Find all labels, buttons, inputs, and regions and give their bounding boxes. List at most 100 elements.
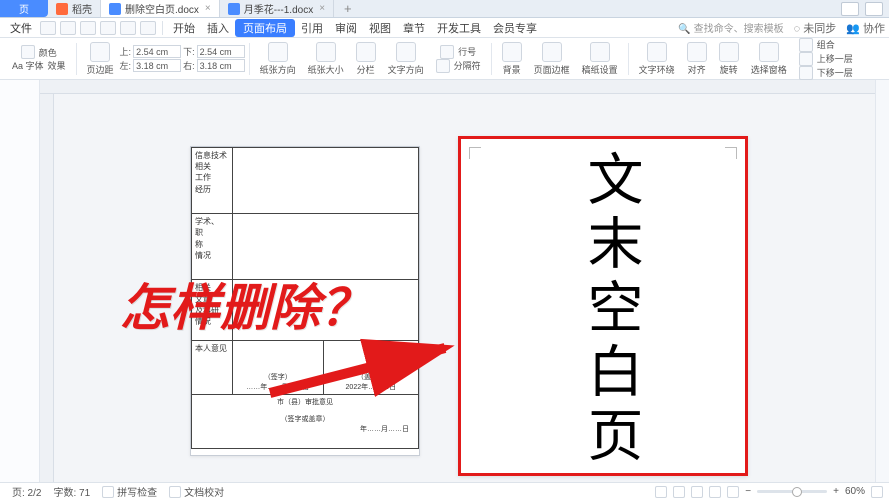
left-sidebar: [0, 80, 40, 482]
align-icon: [687, 42, 707, 62]
view-mode-4-icon[interactable]: [709, 486, 721, 498]
paper-size-label: 纸张大小: [308, 63, 344, 76]
tab-other-doc[interactable]: 月季花---1.docx ×: [220, 0, 334, 17]
paper-size-button[interactable]: 纸张大小: [302, 38, 350, 79]
horizontal-ruler[interactable]: [40, 80, 875, 94]
doc-icon: [109, 3, 121, 15]
manuscript-label: 稿纸设置: [582, 63, 618, 76]
search-placeholder: 查找命令、搜索模板: [694, 24, 784, 35]
select-pane-button[interactable]: 选择窗格: [745, 38, 793, 79]
menu-review[interactable]: 审阅: [329, 20, 363, 36]
page-border-button[interactable]: 页面边框: [528, 38, 576, 79]
zoom-slider[interactable]: [757, 490, 827, 493]
status-words[interactable]: 字数: 71: [47, 484, 96, 499]
theme-color-label: 颜色: [39, 46, 57, 59]
theme-font-label[interactable]: Aa 字体: [12, 59, 44, 72]
sync-status[interactable]: ◌ 未同步: [794, 20, 837, 36]
menu-view[interactable]: 视图: [363, 20, 397, 36]
app-corner: 页: [0, 0, 48, 17]
text-wrap-button[interactable]: 文字环绕: [633, 38, 681, 79]
zoom-value[interactable]: 60%: [845, 486, 865, 497]
margin-left-label: 左:: [120, 59, 132, 72]
page-1[interactable]: 信息技术相关工作经历 学术、职称情况 相关文章及科研情况 本人意见 （签字） ……: [190, 146, 420, 456]
cell-info-tech: 信息技术相关工作经历: [192, 148, 233, 214]
close-icon[interactable]: ×: [319, 3, 325, 14]
file-menu[interactable]: 文件: [4, 20, 38, 36]
line-number-button[interactable]: 行号 分隔符: [430, 38, 487, 79]
tab-daoke[interactable]: 稻壳: [48, 0, 101, 17]
view-mode-5-icon[interactable]: [727, 486, 739, 498]
combine-icon[interactable]: [799, 38, 813, 52]
combine-label: 组合: [817, 38, 835, 51]
orientation-label: 纸张方向: [260, 63, 296, 76]
menu-member[interactable]: 会员专享: [487, 20, 543, 36]
page-2-empty[interactable]: [458, 136, 748, 476]
preview-icon[interactable]: [100, 21, 116, 35]
tab-current-doc[interactable]: 删除空白页.docx ×: [101, 0, 220, 17]
date2-label: 2022年…月…日: [346, 384, 397, 391]
seal-label: （盖章）: [357, 374, 385, 381]
document-workspace[interactable]: 信息技术相关工作经历 学术、职称情况 相关文章及科研情况 本人意见 （签字） ……: [0, 80, 889, 482]
margin-top-input[interactable]: 2.54 cm: [133, 45, 181, 58]
tab-label: 稻壳: [72, 1, 92, 16]
close-icon[interactable]: ×: [205, 3, 211, 14]
background-button[interactable]: 背景: [496, 38, 528, 79]
theme-color-icon[interactable]: [21, 45, 35, 59]
menu-page-layout[interactable]: 页面布局: [235, 19, 295, 37]
status-spell[interactable]: 拼写检查: [96, 484, 163, 499]
bring-forward-icon[interactable]: [799, 52, 813, 66]
new-tab-button[interactable]: +: [334, 1, 362, 16]
sign-label: （签字）: [264, 374, 292, 381]
margin-button[interactable]: 页边距: [81, 38, 120, 79]
text-direction-label: 文字方向: [388, 63, 424, 76]
fullscreen-icon[interactable]: [871, 486, 883, 498]
window-min-button[interactable]: [841, 2, 859, 16]
send-backward-label: 下移一层: [817, 66, 853, 79]
cell-self-opinion: 本人意见: [192, 340, 233, 394]
form-table: 信息技术相关工作经历 学术、职称情况 相关文章及科研情况 本人意见 （签字） ……: [191, 147, 419, 449]
menu-dev[interactable]: 开发工具: [431, 20, 487, 36]
menu-references[interactable]: 引用: [295, 20, 329, 36]
text-direction-button[interactable]: 文字方向: [382, 38, 430, 79]
columns-button[interactable]: 分栏: [350, 38, 382, 79]
vertical-ruler[interactable]: [40, 94, 54, 482]
manuscript-button[interactable]: 稿纸设置: [576, 38, 624, 79]
margin-bottom-input[interactable]: 2.54 cm: [197, 45, 245, 58]
status-proof[interactable]: 文档校对: [163, 484, 230, 499]
margin-left-input[interactable]: 3.18 cm: [133, 59, 181, 72]
print-icon[interactable]: [80, 21, 96, 35]
right-scrollbar[interactable]: [875, 80, 889, 482]
coop-button[interactable]: 👥 协作: [846, 20, 885, 36]
orientation-button[interactable]: 纸张方向: [254, 38, 302, 79]
home-icon[interactable]: [40, 21, 56, 35]
view-mode-2-icon[interactable]: [673, 486, 685, 498]
approval-label: 市（县）审批意见: [277, 399, 333, 406]
undo-icon[interactable]: [120, 21, 136, 35]
bring-forward-label: 上移一层: [817, 52, 853, 65]
menu-insert[interactable]: 插入: [201, 20, 235, 36]
line-number-label: 行号: [458, 45, 476, 58]
margin-icon: [90, 42, 110, 62]
proof-icon: [169, 486, 181, 498]
window-max-button[interactable]: [865, 2, 883, 16]
search-input[interactable]: 🔍 查找命令、搜索模板: [678, 20, 783, 35]
align-button[interactable]: 对齐: [681, 38, 713, 79]
status-page[interactable]: 页: 2/2: [6, 484, 47, 499]
manuscript-icon: [590, 42, 610, 62]
view-mode-1-icon[interactable]: [655, 486, 667, 498]
page-border-label: 页面边框: [534, 63, 570, 76]
paper-size-icon: [316, 42, 336, 62]
zoom-out-button[interactable]: −: [745, 486, 751, 497]
theme-effect-label[interactable]: 效果: [48, 59, 66, 72]
menu-chapter[interactable]: 章节: [397, 20, 431, 36]
save-icon[interactable]: [60, 21, 76, 35]
date3-label: 年……月……日: [360, 424, 409, 434]
send-backward-icon[interactable]: [799, 66, 813, 80]
zoom-in-button[interactable]: +: [833, 486, 839, 497]
menu-start[interactable]: 开始: [167, 20, 201, 36]
margin-right-input[interactable]: 3.18 cm: [197, 59, 245, 72]
redo-icon[interactable]: [140, 21, 156, 35]
rotate-label: 旋转: [720, 63, 738, 76]
rotate-button[interactable]: 旋转: [713, 38, 745, 79]
view-mode-3-icon[interactable]: [691, 486, 703, 498]
